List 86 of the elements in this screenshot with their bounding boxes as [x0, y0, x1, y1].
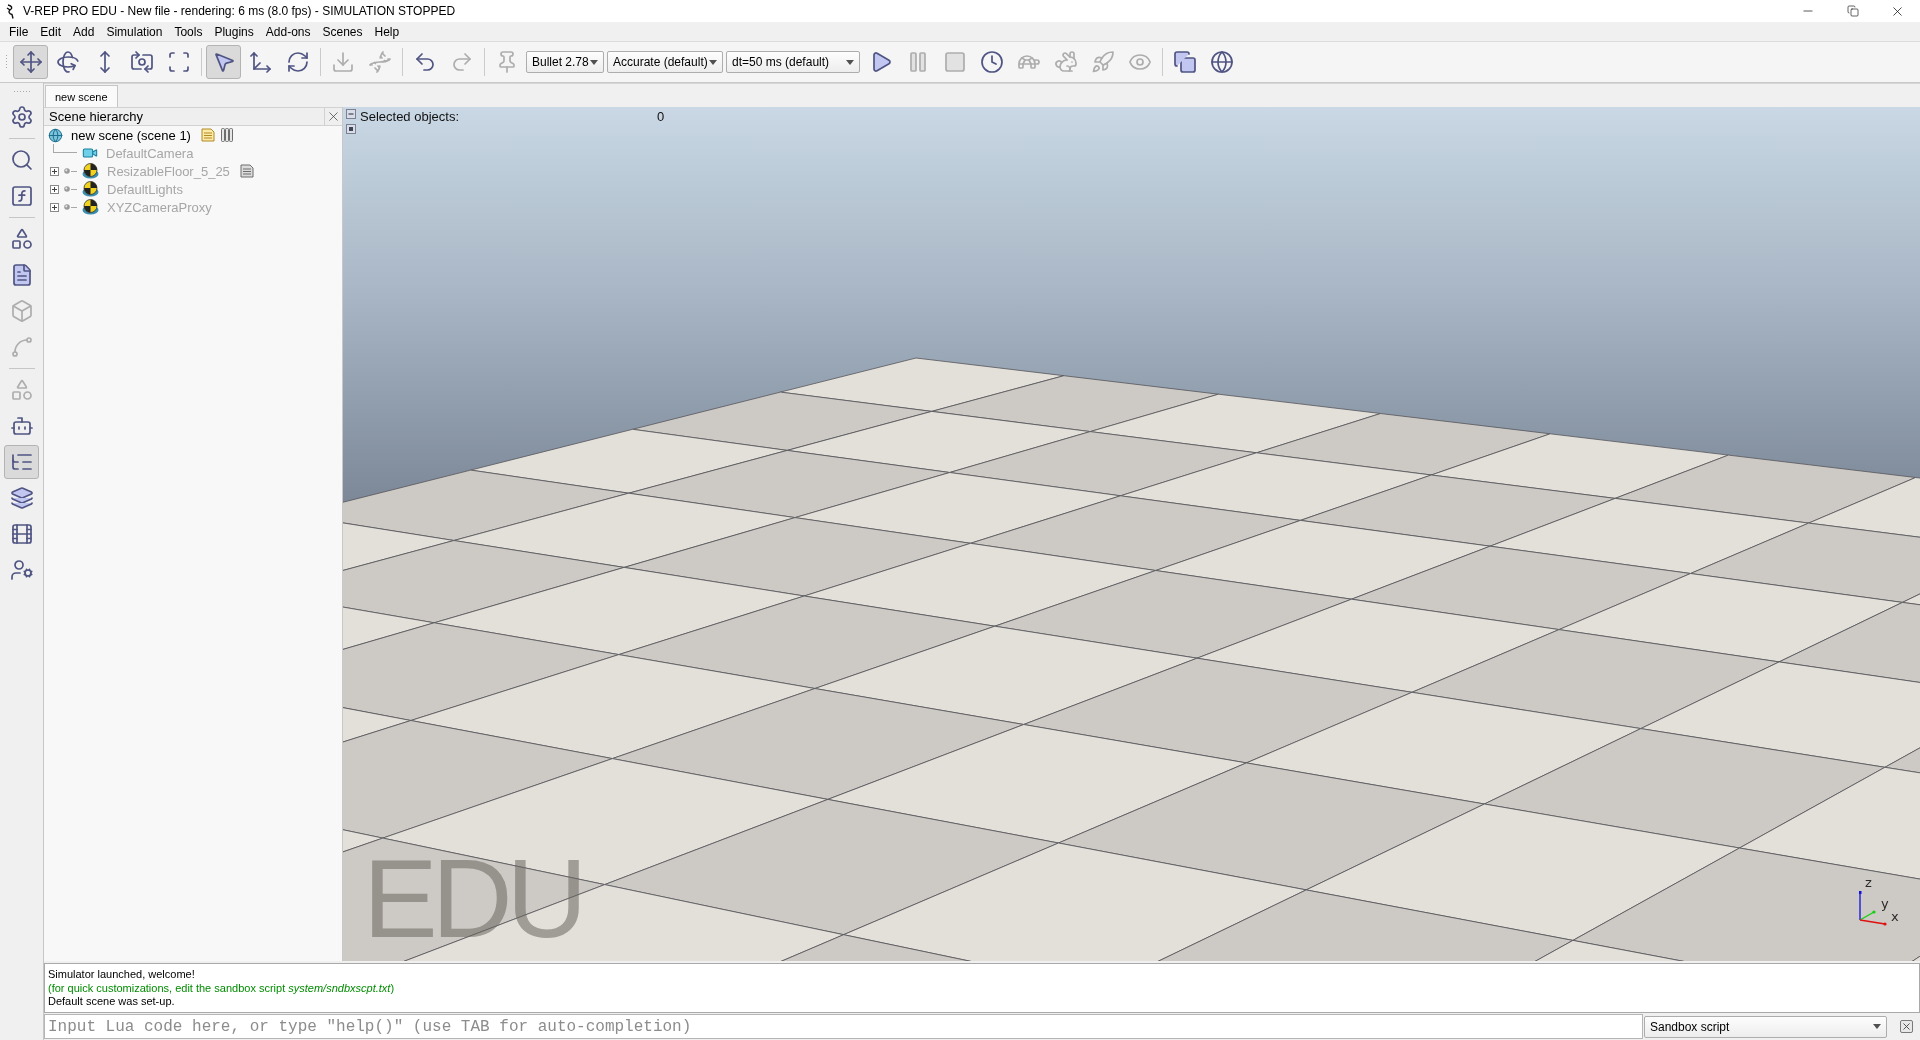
cube-icon [9, 299, 34, 323]
camera-icon [129, 50, 154, 74]
menu-item[interactable]: Tools [168, 22, 209, 41]
circular-arrows-icon [285, 50, 310, 74]
rabbit-icon [1053, 50, 1078, 74]
drag-handle-icon[interactable] [5, 54, 9, 70]
physics-engine-select[interactable]: Bullet 2.78 [526, 51, 604, 73]
axis-label: y [1881, 896, 1889, 911]
console-close-button[interactable] [1900, 1020, 1913, 1033]
layers-icon [9, 486, 34, 510]
globe-icon [1209, 50, 1234, 74]
search-icon [9, 148, 34, 172]
toolbar-button[interactable] [206, 45, 241, 79]
window-title: V-REP PRO EDU - New file - rendering: 6 ms (8.0 fps) - SIMULATION STOPPED [23, 4, 456, 18]
user-gear-icon [9, 558, 34, 582]
menu-item[interactable]: Help [368, 22, 406, 41]
stop-icon [942, 50, 967, 74]
checkered-disc-icon [82, 181, 99, 197]
expand-icon[interactable] [50, 184, 59, 194]
script-document-icon[interactable] [239, 164, 254, 178]
tree-item[interactable]: new scene (scene 1) [71, 127, 191, 143]
menu-item[interactable]: Scenes [316, 22, 369, 41]
caret-icon [590, 59, 598, 65]
menu-item[interactable]: File [3, 22, 35, 41]
checkered-disc-icon [82, 199, 99, 215]
robot-icon [9, 414, 34, 438]
script-select[interactable]: Sandbox script [1644, 1015, 1887, 1038]
filled-square-icon[interactable] [346, 124, 356, 134]
menu-item[interactable]: Edit [34, 22, 68, 41]
selected-objects-count: 0 [657, 109, 665, 124]
menu-item[interactable]: Plugins [208, 22, 260, 41]
scene-viewport[interactable]: Selected objects: 0 EDU z y x [343, 107, 1920, 961]
selected-objects-label: Selected objects: [360, 109, 460, 124]
caret-icon [846, 59, 854, 65]
dot-icon [64, 204, 70, 210]
curve-icon [9, 335, 34, 359]
console-message: Simulator launched, welcome! [48, 968, 195, 982]
accuracy-select[interactable]: Accurate (default) [607, 51, 723, 73]
minus-square-icon[interactable] [346, 109, 356, 119]
expand-icon[interactable] [50, 202, 59, 212]
app-logo-icon [6, 3, 15, 19]
lua-input-field[interactable]: Input Lua code here, or type "help()" (use TAB for auto-completion) [44, 1014, 1643, 1039]
globe-icon [48, 127, 63, 143]
caret-icon [709, 59, 717, 65]
drag-handle-icon[interactable] [12, 90, 31, 94]
z-axis-arrow [1859, 891, 1862, 921]
time-step-select[interactable]: dt=50 ms (default) [726, 51, 860, 73]
menu-item[interactable]: Add [67, 22, 101, 41]
close-icon [326, 109, 341, 124]
caret-icon [1873, 1024, 1881, 1029]
scene-tab[interactable]: new scene [45, 85, 118, 107]
edition-mark: EDU [363, 843, 582, 955]
toolbar-button[interactable] [13, 45, 48, 79]
dna-icon [367, 50, 392, 74]
dot-icon [64, 168, 70, 174]
three-axis-arrows-icon [248, 50, 273, 74]
shapes-icon [9, 227, 34, 251]
stacked-squares-icon [1172, 50, 1197, 74]
rotate-3d-icon [55, 50, 80, 74]
dot-icon [64, 186, 70, 192]
bar-columns-icon[interactable] [220, 128, 233, 142]
axis-label: x [1891, 909, 1899, 924]
scan-frame-icon [166, 50, 191, 74]
expand-icon[interactable] [50, 166, 59, 176]
checkered-disc-icon [82, 163, 99, 179]
x-axis-arrow [1859, 919, 1887, 926]
menu-item[interactable]: Add-ons [259, 22, 317, 41]
panel-title: Scene hierarchy [49, 109, 143, 124]
menu-item[interactable]: Simulation [100, 22, 169, 41]
console-message: (for quick customizations, edit the sandbox script system/sndbxscpt.txt) [48, 981, 395, 995]
script-document-icon[interactable] [200, 128, 215, 142]
close-icon [1901, 1021, 1912, 1032]
video-camera-icon [82, 145, 98, 161]
axis-label: z [1865, 875, 1872, 890]
rocket-icon [1090, 50, 1115, 74]
y-axis-arrow [1859, 910, 1876, 921]
sidebar-button[interactable] [4, 445, 39, 479]
shapes-icon [9, 378, 34, 402]
film-strip-icon [9, 522, 34, 546]
overlapping-squares-icon [1846, 5, 1859, 17]
gear-icon [9, 105, 34, 129]
download-icon [330, 50, 355, 74]
clock-icon [979, 50, 1004, 74]
function-icon [9, 184, 34, 208]
move-arrows-icon [18, 50, 43, 74]
console-message: Default scene was set-up. [48, 995, 175, 1009]
